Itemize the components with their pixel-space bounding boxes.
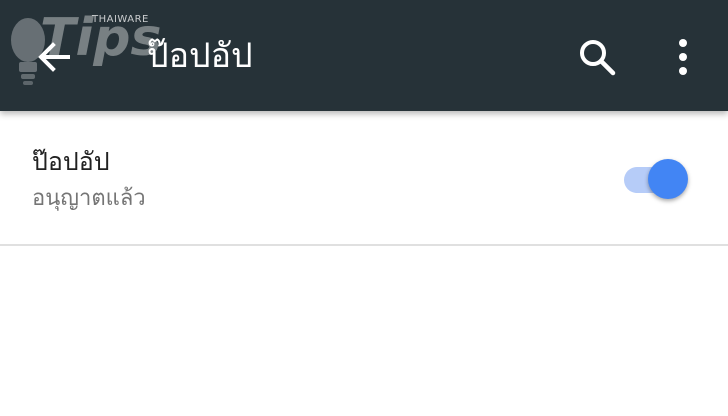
page-title: ป๊อปอัป <box>147 36 253 76</box>
toggle-thumb <box>648 159 688 199</box>
app-bar: ป๊อปอัป <box>0 0 728 111</box>
more-options-button[interactable] <box>656 26 710 88</box>
popups-setting-row[interactable]: ป๊อปอัป อนุญาตแล้ว <box>0 111 728 244</box>
more-vert-icon <box>679 39 687 75</box>
popups-toggle[interactable] <box>622 159 692 201</box>
setting-summary: อนุญาตแล้ว <box>32 186 146 211</box>
search-button[interactable] <box>566 26 628 88</box>
divider <box>0 244 728 246</box>
back-button[interactable] <box>22 25 86 89</box>
setting-title: ป๊อปอัป <box>32 147 110 176</box>
search-icon <box>580 40 616 76</box>
popups-settings-screen: ป๊อปอัป Tips THAIWARE ป๊อปอัป อนุญาตแล้ว <box>0 0 728 416</box>
arrow-back-icon <box>38 42 70 72</box>
